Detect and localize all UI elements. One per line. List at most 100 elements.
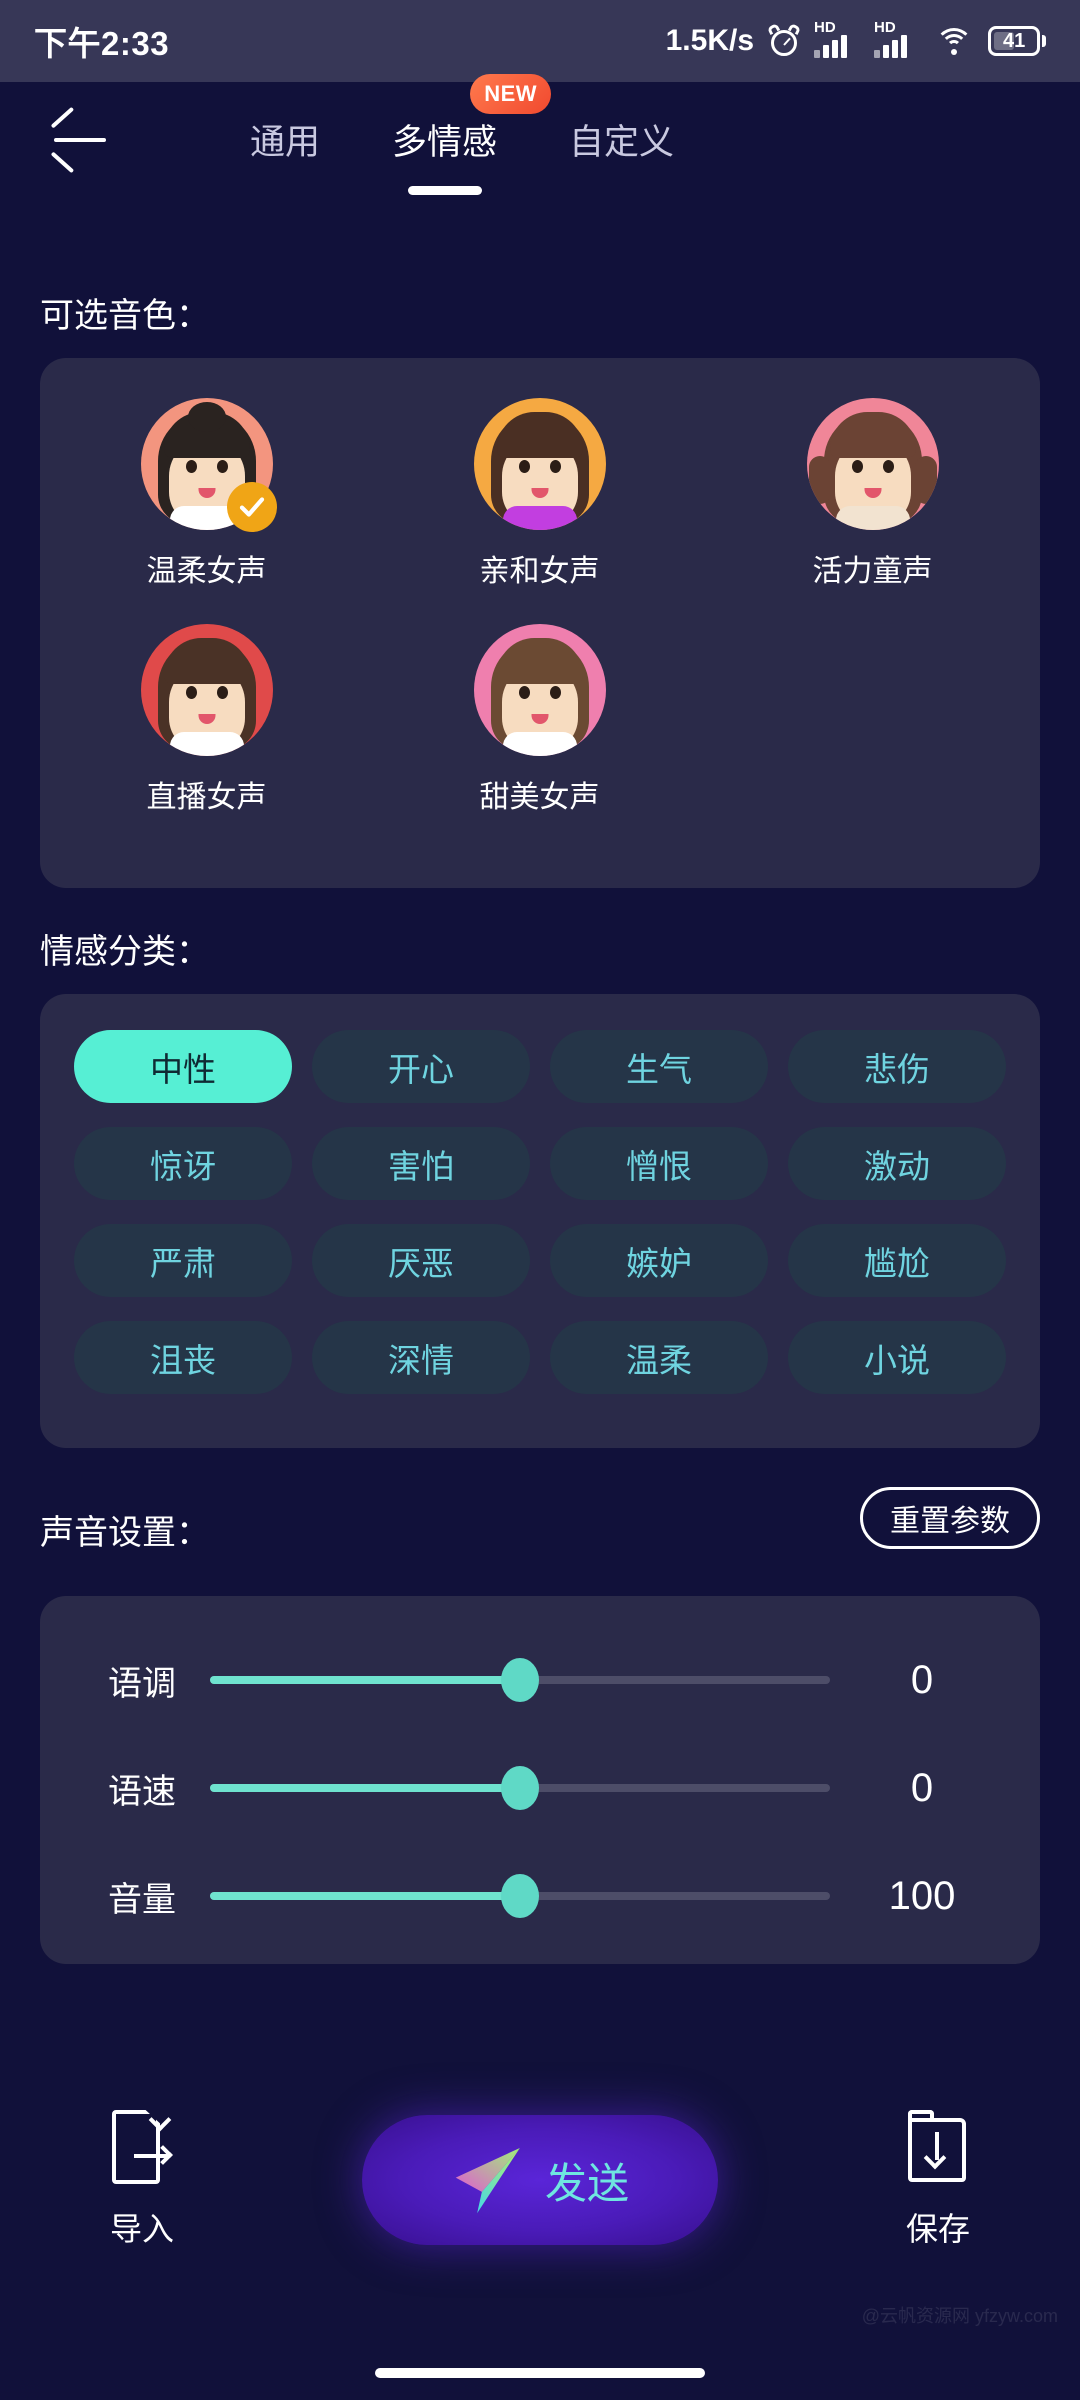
slider-thumb[interactable] [501, 1766, 539, 1810]
tab-multi-emotion-label: 多情感 [392, 122, 498, 162]
status-bar: 下午2:33 1.5K/s HD HD 41 [0, 0, 1080, 82]
emotion-chip[interactable]: 深情 [312, 1321, 530, 1394]
avatar-wrapper [473, 398, 606, 530]
paper-plane-icon [455, 2147, 520, 2214]
emotion-chip-label: 嫉妒 [626, 1244, 692, 1282]
voice-settings-title: 声音设置： [40, 1514, 210, 1552]
emotion-chip[interactable]: 尴尬 [788, 1224, 1006, 1297]
slider-fill [210, 1784, 520, 1792]
tab-multi-emotion[interactable]: 多情感 NEW [392, 73, 552, 195]
voice-label: 活力童声 [812, 555, 933, 588]
slider-label: 音量 [108, 1880, 176, 1919]
tab-custom-label: 自定义 [569, 122, 675, 162]
send-button[interactable]: 发送 [362, 2115, 718, 2245]
save-label: 保存 [905, 2211, 970, 2247]
reset-parameters-label: 重置参数 [890, 1505, 1010, 1538]
emotion-chip-label: 激动 [864, 1147, 930, 1185]
slider-track[interactable] [210, 1766, 830, 1810]
slider-value: 0 [910, 1657, 934, 1702]
slider-card: 语调 0 语速 0 音量 100 [40, 1596, 1040, 1964]
tab-bar: 通用 多情感 NEW 自定义 [250, 73, 850, 195]
emotion-chip-label: 开心 [388, 1050, 454, 1088]
slider-thumb[interactable] [501, 1874, 539, 1918]
emotion-chip[interactable]: 严肃 [74, 1224, 292, 1297]
emotion-chip[interactable]: 厌恶 [312, 1224, 530, 1297]
alarm-clock-icon [766, 22, 802, 57]
check-icon [226, 482, 277, 532]
emotion-chip[interactable]: 中性 [74, 1030, 292, 1103]
avatar [473, 398, 606, 530]
voice-option[interactable]: 温柔女声 [40, 398, 373, 590]
voice-label: 甜美女声 [479, 781, 600, 814]
tab-custom[interactable]: 自定义 [569, 110, 674, 165]
status-bar-clock: 下午2:33 [34, 25, 170, 62]
app-screen: 下午2:33 1.5K/s HD HD 41 通用 多情感 NEW 自定义 可选… [0, 0, 1080, 2400]
avatar [473, 624, 606, 756]
home-indicator[interactable] [375, 2368, 705, 2378]
emotion-chip-grid: 中性 开心 生气 悲伤惊讶 害怕 憎恨 激动严肃 厌恶 嫉妒 尴尬沮丧 深情 温柔 小说 [40, 1030, 1040, 1394]
emotion-chip-label: 害怕 [388, 1147, 454, 1185]
voice-grid: 温柔女声 亲和女声 活力童声直播女声 甜美女声 [40, 398, 1040, 850]
file-export-icon [112, 2108, 173, 2186]
signal-hd-icon-1: HD [814, 20, 860, 58]
emotion-chip[interactable]: 温柔 [550, 1321, 768, 1394]
emotion-chip-label: 悲伤 [864, 1050, 930, 1088]
watermark: @云帆资源网 yfzyw.com [861, 2306, 1058, 2326]
voices-section-title: 可选音色： [40, 297, 210, 335]
voice-label: 温柔女声 [146, 555, 267, 588]
battery-level-text: 41 [1002, 29, 1026, 52]
emotion-chip[interactable]: 悲伤 [788, 1030, 1006, 1103]
emotion-chip-label: 尴尬 [864, 1244, 930, 1282]
slider-row: 语速 0 [40, 1752, 1040, 1824]
emotion-chip[interactable]: 惊讶 [74, 1127, 292, 1200]
reset-parameters-button[interactable]: 重置参数 [860, 1487, 1040, 1549]
active-tab-indicator [407, 185, 482, 195]
emotion-chip[interactable]: 沮丧 [74, 1321, 292, 1394]
emotion-chip[interactable]: 嫉妒 [550, 1224, 768, 1297]
emotion-chip[interactable]: 小说 [788, 1321, 1006, 1394]
back-arrow-icon[interactable] [48, 106, 118, 174]
import-label: 导入 [110, 2211, 175, 2247]
bottom-action-bar: 导入 发送 保存 [0, 2080, 1080, 2280]
folder-download-icon [907, 2110, 968, 2186]
wifi-icon [934, 26, 974, 56]
emotion-chip[interactable]: 激动 [788, 1127, 1006, 1200]
slider-row: 音量 100 [40, 1860, 1040, 1932]
emotion-chip-label: 小说 [864, 1341, 930, 1379]
slider-thumb[interactable] [501, 1658, 539, 1702]
emotion-chip-label: 严肃 [150, 1244, 216, 1282]
slider-track[interactable] [210, 1874, 830, 1918]
voice-label: 直播女声 [146, 781, 267, 814]
avatar-wrapper [140, 624, 273, 756]
voice-option[interactable]: 直播女声 [40, 624, 373, 816]
emotion-chip-label: 中性 [150, 1050, 216, 1088]
import-button[interactable]: 导入 [110, 2108, 175, 2250]
slider-track[interactable] [210, 1658, 830, 1702]
emotion-chip[interactable]: 害怕 [312, 1127, 530, 1200]
emotion-chip[interactable]: 憎恨 [550, 1127, 768, 1200]
hd-label-1: HD [814, 19, 836, 36]
emotion-chip[interactable]: 开心 [312, 1030, 530, 1103]
voice-selection-card: 温柔女声 亲和女声 活力童声直播女声 甜美女声 [40, 358, 1040, 888]
emotion-chip-label: 温柔 [626, 1341, 692, 1379]
network-speed-text: 1.5K/s [665, 24, 754, 57]
voice-option[interactable]: 亲和女声 [373, 398, 706, 590]
emotion-card: 中性 开心 生气 悲伤惊讶 害怕 憎恨 激动严肃 厌恶 嫉妒 尴尬沮丧 深情 温柔 小说 [40, 994, 1040, 1448]
avatar-wrapper [806, 398, 939, 530]
new-badge: NEW [470, 73, 552, 114]
voice-option[interactable]: 活力童声 [706, 398, 1039, 590]
tab-general[interactable]: 通用 [250, 110, 320, 165]
avatar-wrapper [140, 398, 277, 532]
hd-label-2: HD [874, 19, 896, 36]
avatar-wrapper [473, 624, 606, 756]
emotion-chip[interactable]: 生气 [550, 1030, 768, 1103]
emotion-chip-label: 惊讶 [150, 1147, 216, 1185]
slider-value: 100 [888, 1873, 956, 1918]
emotions-section-title: 情感分类： [40, 933, 210, 971]
signal-hd-icon-2: HD [874, 20, 920, 58]
battery-icon: 41 [988, 26, 1046, 56]
voice-label: 亲和女声 [479, 555, 600, 588]
slider-fill [210, 1676, 520, 1684]
voice-option[interactable]: 甜美女声 [373, 624, 706, 816]
save-button[interactable]: 保存 [906, 2110, 970, 2250]
